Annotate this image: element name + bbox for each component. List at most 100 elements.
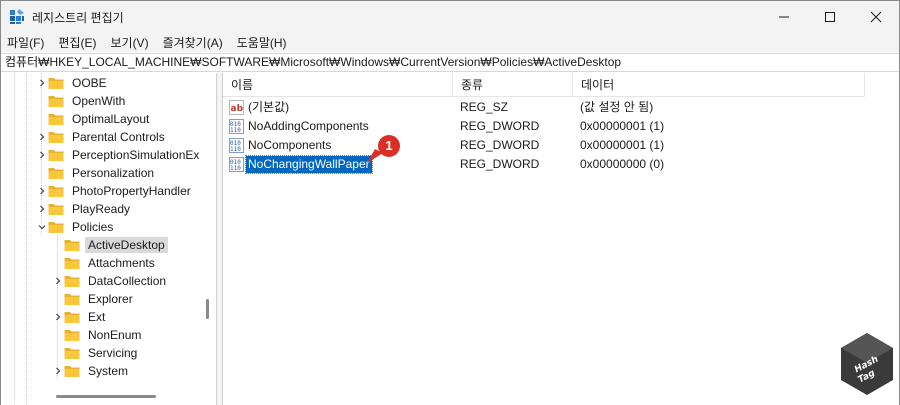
column-header-name[interactable]: 이름 [223, 73, 453, 97]
dword-value-icon: 010 110 [229, 138, 244, 153]
folder-icon [64, 366, 80, 377]
tree-item[interactable]: Servicing [52, 344, 140, 362]
tree-expander-spacer [52, 344, 64, 362]
column-header-data[interactable]: 데이터 [573, 73, 865, 97]
folder-icon [48, 96, 64, 107]
window-title: 레지스트리 편집기 [32, 11, 124, 25]
svg-text:110: 110 [230, 127, 241, 134]
chevron-right-icon[interactable] [52, 272, 64, 290]
folder-icon [48, 114, 64, 125]
tree-item-label: OpenWith [72, 94, 126, 108]
tree-item[interactable]: Ext [52, 308, 108, 326]
tree-expander-spacer [52, 236, 64, 254]
menu-file[interactable]: 파일(F) [7, 34, 44, 51]
tree-item[interactable]: PhotoPropertyHandler [36, 182, 194, 200]
tree-item-label-selected: ActiveDesktop [85, 237, 168, 253]
values-list-pane[interactable]: 이름 종류 데이터 ab (기본값) REG_SZ (값 설정 안 됨) 010… [223, 73, 899, 405]
value-data: (값 설정 안 됨) [580, 100, 654, 114]
menu-edit[interactable]: 편집(E) [58, 34, 96, 51]
value-data: 0x00000001 (1) [580, 119, 665, 133]
tree-item-label: Parental Controls [72, 130, 165, 144]
folder-icon [48, 204, 64, 215]
close-icon [870, 11, 882, 22]
value-data: 0x00000000 (0) [580, 157, 665, 171]
menu-bar: 파일(F) 편집(E) 보기(V) 즐겨찾기(A) 도움말(H) [1, 32, 899, 52]
tree-item[interactable]: PlayReady [36, 200, 133, 218]
folder-icon [64, 240, 80, 251]
chevron-right-icon[interactable] [36, 146, 48, 164]
menu-view[interactable]: 보기(V) [110, 34, 148, 51]
tree-item[interactable]: ActiveDesktop [52, 236, 168, 254]
value-row-noaddingcomponents[interactable]: 010 110 NoAddingComponents REG_DWORD 0x0… [223, 117, 899, 136]
tree-item[interactable]: Policies [36, 218, 116, 236]
folder-icon [64, 312, 80, 323]
value-row-nocomponents[interactable]: 010 110 NoComponents REG_DWORD 0x0000000… [223, 136, 899, 155]
column-header-type[interactable]: 종류 [453, 73, 573, 97]
tree-item[interactable]: PerceptionSimulationEx [36, 146, 202, 164]
title-bar: 레지스트리 편집기 [1, 1, 899, 32]
tree-expander-spacer [52, 254, 64, 272]
string-value-icon: ab [229, 100, 244, 115]
address-bar[interactable]: 컴퓨터₩HKEY_LOCAL_MACHINE₩SOFTWARE₩Microsof… [1, 53, 899, 72]
tree-item[interactable]: DataCollection [52, 272, 169, 290]
tree-item-label: Servicing [88, 346, 138, 360]
chevron-right-icon[interactable] [52, 308, 64, 326]
tree-expander-spacer [52, 290, 64, 308]
tree-item[interactable]: OptimalLayout [36, 110, 152, 128]
chevron-right-icon[interactable] [36, 74, 48, 92]
folder-icon [64, 330, 80, 341]
value-name: (기본값) [248, 100, 290, 114]
folder-icon [48, 222, 64, 233]
value-name-selected: NoChangingWallPaper [245, 155, 373, 174]
tree-item[interactable]: Parental Controls [36, 128, 168, 146]
tree-item[interactable]: OOBE [36, 74, 110, 92]
minimize-icon [779, 16, 789, 17]
tree-item[interactable]: OpenWith [36, 92, 128, 110]
chevron-right-icon[interactable] [36, 200, 48, 218]
list-header: 이름 종류 데이터 [223, 73, 865, 97]
close-button[interactable] [853, 1, 899, 32]
tree-item[interactable]: NonEnum [52, 326, 144, 344]
tree-horizontal-scrollbar[interactable] [56, 395, 156, 398]
value-name: NoAddingComponents [248, 119, 369, 133]
key-tree-pane[interactable]: OOBE OpenWith OptimalLayout Parental Contro… [1, 73, 217, 405]
dword-value-icon: 010 110 [229, 119, 244, 134]
chevron-right-icon[interactable] [36, 128, 48, 146]
value-row-default[interactable]: ab (기본값) REG_SZ (값 설정 안 됨) [223, 98, 899, 117]
tree-item[interactable]: Explorer [52, 290, 136, 308]
tree-item-label: System [88, 364, 129, 378]
tree-expander-spacer [52, 326, 64, 344]
value-row-nochangingwallpaper[interactable]: 010 110 NoChangingWallPaper REG_DWORD 0x… [223, 155, 899, 174]
folder-icon [64, 294, 80, 305]
maximize-button[interactable] [807, 1, 853, 32]
chevron-down-icon[interactable] [36, 218, 48, 236]
tree-expander-spacer [36, 110, 48, 128]
folder-icon [64, 258, 80, 269]
tree-vertical-scrollbar[interactable] [206, 299, 209, 319]
value-type: REG_DWORD [460, 157, 540, 171]
dword-value-icon: 010 110 [229, 157, 244, 172]
tree-item[interactable]: System [52, 362, 131, 380]
value-type: REG_DWORD [460, 119, 540, 133]
svg-text:110: 110 [230, 165, 241, 172]
chevron-right-icon[interactable] [52, 362, 64, 380]
tree-item-label: Ext [88, 310, 106, 324]
chevron-right-icon[interactable] [36, 182, 48, 200]
svg-text:110: 110 [230, 146, 241, 153]
folder-icon [48, 132, 64, 143]
folder-icon [64, 348, 80, 359]
menu-help[interactable]: 도움말(H) [237, 34, 287, 51]
tree-item[interactable]: Attachments [52, 254, 158, 272]
folder-icon [48, 186, 64, 197]
maximize-icon [825, 11, 835, 22]
registry-editor-app-icon [10, 9, 24, 24]
tree-item-label: PhotoPropertyHandler [72, 184, 191, 198]
registry-editor-window: 레지스트리 편집기 파일(F) 편집(E) 보기(V) 즐겨찾기(A) 도움말(… [0, 0, 900, 405]
tree-expander-spacer [36, 164, 48, 182]
tree-item-label: OOBE [72, 76, 107, 90]
value-type: REG_DWORD [460, 138, 540, 152]
folder-icon [48, 168, 64, 179]
tree-item[interactable]: Personalization [36, 164, 157, 182]
menu-favorites[interactable]: 즐겨찾기(A) [163, 34, 223, 51]
minimize-button[interactable] [761, 1, 807, 32]
